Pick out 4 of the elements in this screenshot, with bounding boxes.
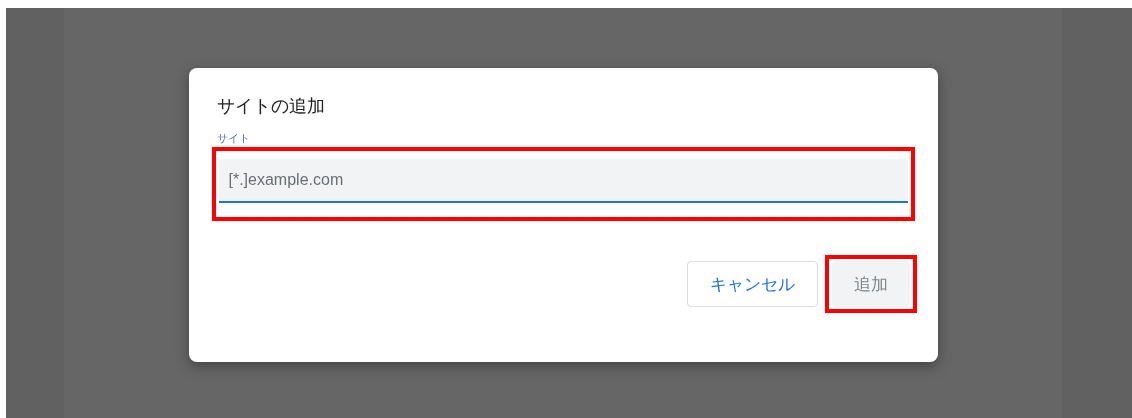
site-input-field[interactable]: [*.]example.com <box>218 159 908 203</box>
field-label: サイト <box>215 132 250 146</box>
dialog-title: サイトの追加 <box>215 94 326 118</box>
cancel-button[interactable]: キャンセル <box>686 261 818 307</box>
